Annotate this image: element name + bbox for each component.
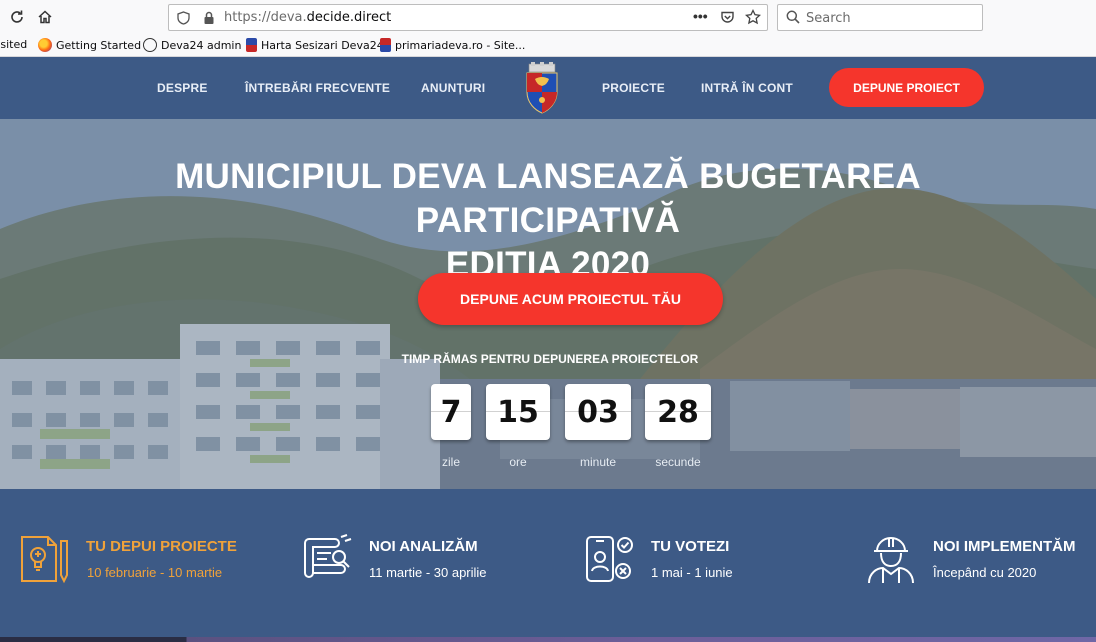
- countdown-seconds-unit: secunde: [655, 455, 701, 469]
- step-title-tu-depui: TU DEPUI PROIECTE: [86, 538, 237, 555]
- countdown-minutes-unit: minute: [579, 455, 617, 469]
- globe-icon: [143, 38, 157, 52]
- step-title-tu-votezi: TU VOTEZI: [651, 538, 730, 555]
- hero-title-line1: MUNICIPIUL DEVA LANSEAZĂ BUGETAREA PARTI…: [175, 157, 921, 240]
- process-steps: TU DEPUI PROIECTE 10 februarie - 10 mart…: [0, 489, 1096, 637]
- depune-acum-button[interactable]: DEPUNE ACUM PROIECTUL TĂU: [418, 273, 723, 325]
- step-date-tu-votezi: 1 mai - 1 iunie: [651, 565, 733, 580]
- step-date-noi-implementam: Începând cu 2020: [933, 565, 1037, 580]
- url-prefix: https://deva.: [224, 10, 307, 25]
- depune-proiect-button[interactable]: DEPUNE PROIECT: [829, 68, 984, 107]
- site-header: DESPRE ÎNTREBĂRI FRECVENTE ANUNȚURI PROI…: [0, 57, 1096, 119]
- step-date-tu-depui: 10 februarie - 10 martie: [87, 565, 223, 580]
- countdown-hours-value: 15: [497, 394, 539, 430]
- pocket-icon[interactable]: [720, 10, 735, 30]
- bookmark-label: Visited: [0, 38, 28, 51]
- countdown-hours-tile: 15: [486, 384, 550, 440]
- bookmark-label: Deva24 admin: [161, 38, 242, 52]
- step-date-noi-analizam: 11 martie - 30 aprilie: [369, 565, 487, 580]
- nav-despre[interactable]: DESPRE: [157, 81, 208, 95]
- nav-anunturi[interactable]: ANUNȚURI: [421, 81, 485, 95]
- countdown-hours-unit: ore: [509, 455, 527, 469]
- page-actions-icon[interactable]: •••: [693, 8, 708, 24]
- countdown-minutes-tile: 03: [565, 384, 631, 440]
- bottom-strip: [0, 637, 1096, 642]
- bookmark-item[interactable]: Deva24 admin: [143, 38, 241, 52]
- bookmark-item[interactable]: Getting Started: [38, 38, 141, 52]
- bookmark-label: Harta Sesizari Deva24: [261, 38, 384, 52]
- phone-vote-icon: [586, 536, 633, 582]
- tracking-shield-icon[interactable]: [177, 11, 190, 30]
- countdown-minutes-value: 03: [577, 394, 619, 430]
- browser-toolbar: https://deva.decide.direct •••: [0, 0, 1096, 34]
- address-bar[interactable]: https://deva.decide.direct •••: [168, 4, 768, 31]
- search-bar[interactable]: [777, 4, 983, 31]
- hero-section: MUNICIPIUL DEVA LANSEAZĂ BUGETAREA PARTI…: [0, 119, 1096, 489]
- countdown-days-unit: zile: [441, 455, 460, 469]
- worker-helmet-icon: [868, 537, 914, 584]
- deva-coat-of-arms-logo[interactable]: [524, 62, 560, 114]
- primaria-crest-icon: [380, 38, 391, 52]
- deva-crest-icon: [246, 38, 257, 52]
- reload-icon[interactable]: [8, 8, 26, 26]
- countdown-days-tile: 7: [431, 384, 471, 440]
- bookmark-item[interactable]: Harta Sesizari Deva24: [246, 38, 384, 52]
- hero-title: MUNICIPIUL DEVA LANSEAZĂ BUGETAREA PARTI…: [80, 155, 1016, 287]
- countdown-seconds-value: 28: [657, 394, 699, 430]
- lightbulb-document-icon: [21, 536, 68, 584]
- url-text: https://deva.decide.direct: [224, 10, 391, 25]
- search-icon: [786, 10, 800, 29]
- search-input[interactable]: [806, 9, 976, 27]
- url-domain: decide.direct: [306, 10, 392, 25]
- nav-intra-in-cont[interactable]: INTRĂ ÎN CONT: [701, 81, 793, 95]
- countdown-days-value: 7: [440, 394, 462, 430]
- lock-icon[interactable]: [203, 11, 215, 30]
- nav-intrebari-frecvente[interactable]: ÎNTREBĂRI FRECVENTE: [245, 81, 390, 95]
- bookmark-label: primariadeva.ro - Site...: [395, 38, 526, 52]
- countdown-label: TIMP RĂMAS PENTRU DEPUNEREA PROIECTELOR: [401, 352, 699, 366]
- countdown-seconds-tile: 28: [645, 384, 711, 440]
- home-icon[interactable]: [36, 8, 54, 26]
- bookmark-label: Getting Started: [56, 38, 142, 52]
- bookmark-item[interactable]: Visited: [0, 38, 27, 51]
- bookmark-item[interactable]: primariadeva.ro - Site...: [380, 38, 525, 52]
- nav-proiecte[interactable]: PROIECTE: [602, 81, 665, 95]
- bookmarks-bar: Visited Getting Started Deva24 admin Har…: [0, 34, 1096, 57]
- step-title-noi-analizam: NOI ANALIZĂM: [369, 538, 478, 555]
- analysis-scroll-icon: [304, 534, 352, 578]
- step-title-noi-implementam: NOI IMPLEMENTĂM: [933, 538, 1076, 555]
- bookmark-star-icon[interactable]: [744, 8, 762, 30]
- firefox-icon: [38, 38, 52, 52]
